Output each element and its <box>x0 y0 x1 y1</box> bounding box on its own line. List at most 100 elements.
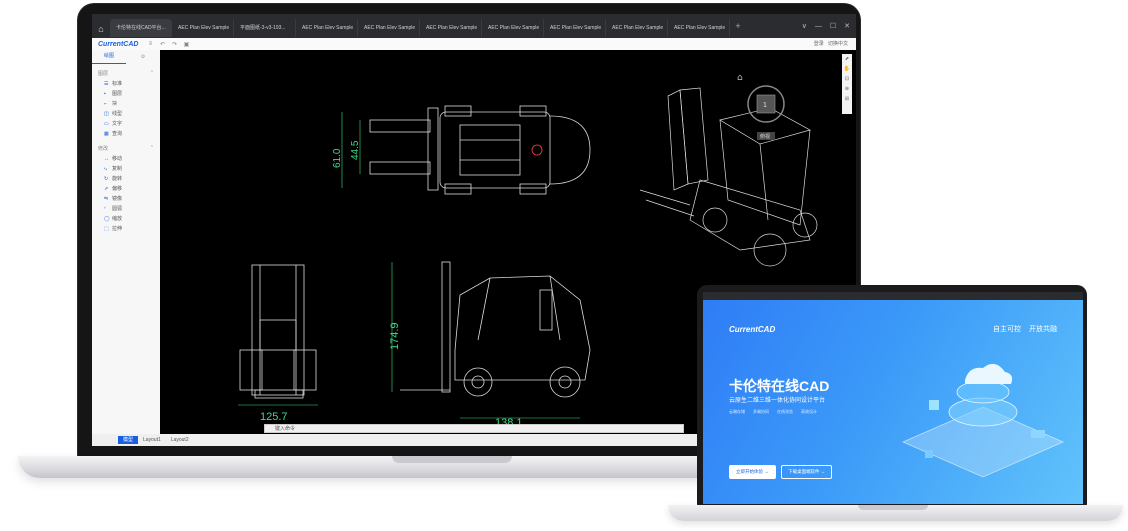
forklift-side-view <box>400 261 591 398</box>
zoom-window-icon[interactable]: ⊡ <box>845 74 849 84</box>
linetype-icon: ◫ <box>104 111 109 117</box>
tab-item[interactable]: AEC Plan Elev Sample <box>606 19 668 37</box>
sidebar-tabs: 绘图 ⚙ <box>92 50 160 64</box>
pan-icon[interactable]: ✋ <box>844 64 850 74</box>
home-icon[interactable]: ⌂ <box>92 17 110 35</box>
sidebar-item[interactable]: ◫ 线型 <box>92 109 160 119</box>
web-laptop-notch <box>858 505 928 510</box>
minimize-icon[interactable]: — <box>815 23 822 30</box>
sidebar-item[interactable]: ▭ 文字 <box>92 119 160 129</box>
login-link[interactable]: 登录 <box>814 41 824 47</box>
save-icon[interactable]: ▣ <box>182 41 190 48</box>
section-modify-header[interactable]: 修改 ⌃ <box>92 139 160 154</box>
app-logo: CurrentCAD <box>98 40 139 48</box>
web-logo[interactable]: CurrentCAD <box>729 325 775 334</box>
text-icon: ▭ <box>104 121 109 127</box>
folder-icon: ▪ <box>104 91 106 97</box>
forklift-front-view <box>239 264 317 399</box>
move-icon: ↔ <box>104 156 109 162</box>
nav-item[interactable]: 开放共融 <box>1029 324 1057 334</box>
sidebar-item-label: 图层 <box>112 91 123 97</box>
feature-list: 云端存储 多端协同 在线浏览 高效设计 <box>729 409 817 415</box>
sidebar-item[interactable]: ↻ 旋转 <box>92 174 160 184</box>
tab-item[interactable]: AEC Plan Elev Sample <box>668 19 730 37</box>
tab-item[interactable]: AEC Plan Elev Sample <box>358 19 420 37</box>
toolbar-right: 登录 切换中文 <box>814 38 848 50</box>
forklift-iso-view <box>639 87 818 267</box>
close-icon[interactable]: ✕ <box>844 22 850 30</box>
undo-icon[interactable]: ↶ <box>158 41 166 48</box>
view-cube[interactable]: 1 <box>747 85 785 123</box>
feature-item: 多端协同 <box>753 409 769 414</box>
sidebar-item[interactable]: ▦ 查询 <box>92 129 160 139</box>
menu-icon[interactable]: ≡ <box>146 41 154 47</box>
section-title: 图层 <box>98 71 109 77</box>
download-button[interactable]: 下载桌面端软件 → <box>781 465 833 479</box>
sidebar-item[interactable]: ⇗ 偏移 <box>92 184 160 194</box>
language-link[interactable]: 切换中文 <box>828 41 848 47</box>
web-landing-page: CurrentCAD 自主可控 开放共融 卡伦特在线CAD 云原生二维三维一体化… <box>703 292 1083 504</box>
feature-item: 云端存储 <box>729 409 745 414</box>
layout-tab-model[interactable]: 模型 <box>118 436 139 444</box>
sidebar-item[interactable]: ⬚ 拉伸 <box>92 224 160 234</box>
tab-item[interactable]: AEC Plan Elev Sample <box>172 19 234 37</box>
hero-title: 卡伦特在线CAD <box>729 378 830 394</box>
offset-icon: ⇗ <box>104 186 109 192</box>
sidebar-item[interactable]: ◯ 缩放 <box>92 214 160 224</box>
select-icon[interactable]: ⬈ <box>845 54 849 64</box>
tab-item[interactable]: AEC Plan Elev Sample <box>296 19 358 37</box>
tab-item[interactable]: AEC Plan Elev Sample <box>544 19 606 37</box>
section-draw-header[interactable]: 图层 ⌃ <box>92 64 160 79</box>
view-button[interactable]: 俯视 <box>760 133 770 140</box>
hero-subtitle: 云原生二维三维一体化协同设计平台 <box>729 398 826 404</box>
maximize-icon[interactable]: ☐ <box>830 22 836 30</box>
nav-item[interactable]: 自主可控 <box>993 324 1021 334</box>
sidebar-item-label: 标准 <box>112 81 123 87</box>
desktop-laptop-notch <box>392 456 512 463</box>
view-cube-face: 1 <box>763 102 767 109</box>
home-view-icon[interactable]: ⌂ <box>737 73 743 83</box>
zoom-icon[interactable]: ⊕ <box>845 84 849 94</box>
layout-tab-1[interactable]: Layout1 <box>138 436 166 444</box>
sidebar-item-label: 旋转 <box>112 176 123 182</box>
dimension-label: 61.0 <box>332 148 343 168</box>
layout-tab-2[interactable]: Layout2 <box>166 436 194 444</box>
mirror-icon: ⇋ <box>104 196 109 202</box>
sidebar-item[interactable]: ▪ 图层 <box>92 89 160 99</box>
extents-icon[interactable]: ⊞ <box>845 94 849 104</box>
scale-icon: ◯ <box>104 216 110 222</box>
sidebar-item[interactable]: ⤷ 复制 <box>92 164 160 174</box>
settings-icon[interactable]: ⚙ <box>126 54 160 60</box>
sidebar-item-label: 文字 <box>112 121 123 127</box>
sidebar-item-label: 缩放 <box>112 216 123 222</box>
sidebar-item[interactable]: ⌐ 块 <box>92 99 160 109</box>
sidebar-item[interactable]: ↔ 移动 <box>92 154 160 164</box>
dimension-label: 44.5 <box>350 140 361 160</box>
sidebar-item-label: 拉伸 <box>112 226 123 232</box>
tab-list-icon[interactable]: ∨ <box>802 22 807 30</box>
dimension-label: 125.7 <box>260 411 288 423</box>
sidebar-item[interactable]: ◜ 圆弧 <box>92 204 160 214</box>
sidebar-item-label: 复制 <box>112 166 123 172</box>
copy-icon: ⤷ <box>104 166 107 172</box>
redo-icon[interactable]: ↷ <box>170 41 178 48</box>
command-input[interactable]: 键入命令 <box>264 424 684 433</box>
sidebar-item-label: 圆弧 <box>112 206 123 212</box>
tab-draw[interactable]: 绘图 <box>92 50 126 64</box>
start-button[interactable]: 立即开始体验 → <box>729 465 776 479</box>
browser-titlebar <box>703 292 1083 300</box>
tab-item[interactable]: AEC Plan Elev Sample <box>420 19 482 37</box>
rotate-icon: ↻ <box>104 176 109 182</box>
tab-item[interactable]: 平面图纸-3-v3-193... <box>234 19 296 37</box>
sidebar-item-label: 镜像 <box>112 196 123 202</box>
sidebar-item[interactable]: ⇋ 镜像 <box>92 194 160 204</box>
tab-item[interactable]: AEC Plan Elev Sample <box>482 19 544 37</box>
sidebar-item-label: 偏移 <box>112 186 123 192</box>
feature-item: 在线浏览 <box>777 409 793 414</box>
add-tab-icon[interactable]: + <box>730 21 746 31</box>
tab-item[interactable]: 卡伦特在线CAD平台... <box>110 19 172 37</box>
sidebar-item[interactable]: ☰ 标准 <box>92 79 160 89</box>
chevron-up-icon: ⌃ <box>149 70 154 76</box>
tab-bar: ⌂ 卡伦特在线CAD平台... AEC Plan Elev Sample 平面图… <box>92 14 856 38</box>
stretch-icon: ⬚ <box>104 226 109 232</box>
